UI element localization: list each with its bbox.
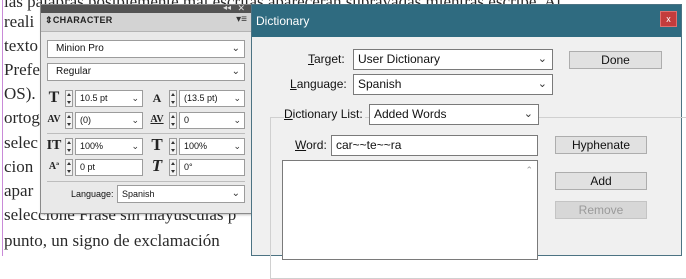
document-line: OS). bbox=[4, 84, 36, 103]
tracking-field[interactable]: 0 ⌄ bbox=[179, 112, 245, 129]
leading-field[interactable]: (13.5 pt) ⌄ bbox=[179, 90, 245, 107]
panel-menu-icon[interactable]: ▾≡ bbox=[236, 14, 247, 25]
panel-title: ⇕CHARACTER bbox=[45, 15, 113, 25]
baseline-shift-stepper[interactable] bbox=[65, 159, 73, 176]
chevron-down-icon: ⌄ bbox=[231, 43, 240, 54]
baseline-shift-icon: Aª bbox=[48, 161, 60, 172]
tracking-value: 0 bbox=[184, 115, 190, 125]
leading-value: (13.5 pt) bbox=[184, 93, 218, 103]
vertical-scale-field[interactable]: 100% ⌄ bbox=[75, 138, 143, 155]
vertical-scale-icon: IT bbox=[46, 138, 62, 153]
target-label-rest: arget: bbox=[314, 52, 345, 66]
panel-title-text: CHARACTER bbox=[52, 15, 113, 25]
tracking-stepper[interactable] bbox=[169, 112, 177, 129]
document-line: reali bbox=[4, 12, 35, 31]
font-size-value: 10.5 pt bbox=[80, 93, 108, 103]
font-size-field[interactable]: 10.5 pt ⌄ bbox=[75, 90, 143, 107]
scroll-up-icon[interactable]: ⌃ bbox=[525, 165, 533, 176]
chevron-down-icon: ⌄ bbox=[131, 115, 139, 125]
vertical-scale-value: 100% bbox=[80, 141, 104, 151]
language-label-rest: anguage: bbox=[296, 77, 347, 91]
target-select[interactable]: User Dictionary ⌄ bbox=[353, 49, 553, 70]
word-label: Word: bbox=[295, 138, 327, 152]
word-value: car~~te~~ra bbox=[336, 138, 402, 152]
document-line: texto bbox=[4, 36, 38, 55]
remove-button[interactable]: Remove bbox=[555, 201, 647, 219]
document-line: selec bbox=[4, 133, 38, 152]
add-button[interactable]: Add bbox=[555, 172, 647, 190]
leading-icon: A bbox=[152, 91, 162, 105]
font-size-stepper[interactable] bbox=[65, 90, 73, 107]
margin-guide bbox=[2, 0, 3, 256]
font-style-select[interactable]: Regular ⌄ bbox=[47, 63, 245, 81]
divider bbox=[47, 133, 245, 134]
word-input[interactable]: car~~te~~ra bbox=[331, 135, 538, 156]
language-label: Language: bbox=[71, 189, 114, 199]
tracking-icon: AV bbox=[150, 114, 164, 125]
language-value: Spanish bbox=[122, 189, 155, 199]
language-accel: L bbox=[290, 77, 297, 91]
panel-drag-bar[interactable]: ◂◂ ✕ bbox=[41, 3, 251, 13]
horizontal-scale-field[interactable]: 100% ⌄ bbox=[179, 138, 245, 155]
skew-icon: T bbox=[151, 156, 163, 175]
done-button[interactable]: Done bbox=[569, 51, 662, 69]
chevron-down-icon: ⌄ bbox=[523, 108, 533, 120]
document-line: Prefe bbox=[4, 60, 40, 79]
chevron-down-icon: ⌄ bbox=[537, 53, 547, 65]
chevron-down-icon: ⌄ bbox=[231, 66, 240, 77]
kerning-icon: AV bbox=[47, 114, 61, 125]
close-icon[interactable]: x bbox=[660, 11, 677, 27]
language-value: Spanish bbox=[358, 77, 402, 91]
document-line: apar bbox=[4, 181, 34, 200]
target-label: Target: bbox=[308, 52, 345, 66]
chevron-down-icon: ⌄ bbox=[233, 115, 241, 125]
chevron-down-icon: ⌄ bbox=[233, 141, 241, 151]
skew-stepper[interactable] bbox=[169, 159, 177, 176]
horizontal-scale-value: 100% bbox=[184, 141, 208, 151]
chevron-down-icon: ⌄ bbox=[231, 188, 240, 199]
chevron-down-icon: ⌄ bbox=[233, 93, 241, 103]
baseline-shift-value: 0 pt bbox=[80, 162, 96, 172]
dictionary-list-label: Dictionary List: bbox=[284, 107, 365, 121]
language-select[interactable]: Spanish ⌄ bbox=[117, 185, 245, 203]
dictionary-list-label-rest: ictionary List: bbox=[292, 107, 363, 121]
dictionary-dialog: Dictionary x Target: User Dictionary ⌄ L… bbox=[251, 4, 686, 279]
panel-tab[interactable]: ⇕CHARACTER ▾≡ bbox=[41, 13, 251, 32]
document-line: cion bbox=[4, 157, 34, 176]
font-style-value: Regular bbox=[56, 66, 92, 77]
dialog-title: Dictionary bbox=[256, 14, 310, 28]
language-label: Language: bbox=[290, 77, 347, 91]
horizontal-scale-icon: T bbox=[151, 135, 163, 154]
document-line: ortog bbox=[4, 108, 40, 127]
kerning-stepper[interactable] bbox=[65, 112, 73, 129]
word-list[interactable]: ⌃ bbox=[282, 160, 538, 260]
divider bbox=[47, 181, 245, 182]
document-line: punto, un signo de exclamación bbox=[4, 231, 220, 250]
chevron-down-icon: ⌄ bbox=[131, 93, 139, 103]
font-size-icon: T bbox=[48, 89, 60, 106]
chevron-down-icon: ⌄ bbox=[537, 78, 547, 90]
baseline-shift-field[interactable]: 0 pt bbox=[75, 159, 143, 176]
character-panel: ◂◂ ✕ ⇕CHARACTER ▾≡ Minion Pro ⌄ Regular … bbox=[40, 3, 252, 214]
target-value: User Dictionary bbox=[358, 52, 441, 66]
dictionary-list-select[interactable]: Added Words ⌄ bbox=[369, 104, 539, 125]
kerning-value: (0) bbox=[80, 115, 91, 125]
kerning-field[interactable]: (0) ⌄ bbox=[75, 112, 143, 129]
dictionary-list-accel: D bbox=[284, 107, 293, 121]
font-family-value: Minion Pro bbox=[56, 43, 104, 54]
word-accel: W bbox=[295, 138, 307, 152]
vertical-scale-stepper[interactable] bbox=[65, 138, 73, 155]
language-select[interactable]: Spanish ⌄ bbox=[353, 74, 553, 95]
skew-field[interactable]: 0° bbox=[179, 159, 245, 176]
chevron-down-icon: ⌄ bbox=[131, 141, 139, 151]
skew-value: 0° bbox=[184, 162, 193, 172]
font-family-select[interactable]: Minion Pro ⌄ bbox=[47, 40, 245, 58]
leading-stepper[interactable] bbox=[169, 90, 177, 107]
hyphenate-button[interactable]: Hyphenate bbox=[555, 136, 647, 154]
dialog-titlebar[interactable]: Dictionary x bbox=[252, 5, 681, 37]
word-label-rest: ord: bbox=[306, 138, 327, 152]
horizontal-scale-stepper[interactable] bbox=[169, 138, 177, 155]
dictionary-list-value: Added Words bbox=[374, 107, 447, 121]
